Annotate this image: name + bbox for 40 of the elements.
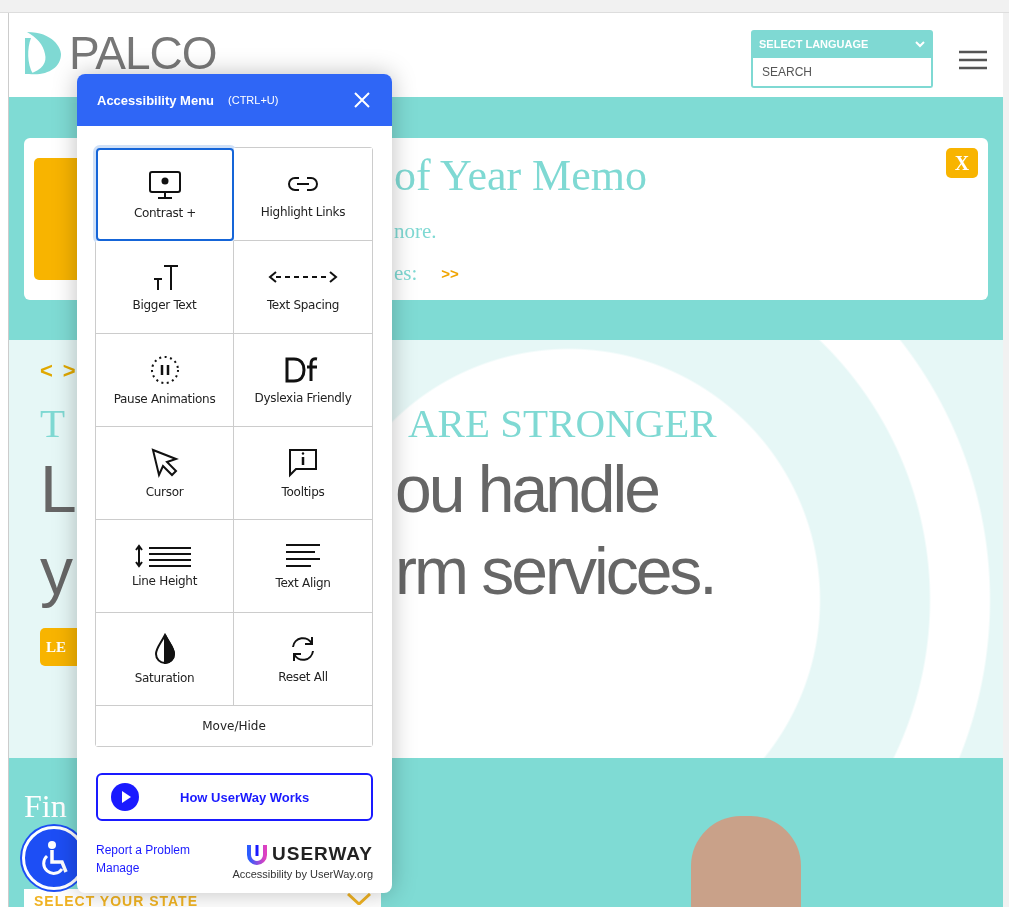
state-select-label: SELECT YOUR STATE bbox=[34, 893, 198, 907]
logo-mark-icon bbox=[23, 30, 63, 76]
tool-button[interactable]: Saturation bbox=[96, 613, 234, 706]
align-lines-icon bbox=[283, 542, 323, 570]
tool-button[interactable]: Contrast + bbox=[96, 148, 234, 241]
memo-title: of Year Memo bbox=[394, 152, 647, 200]
hero-heading: T bbox=[40, 399, 67, 448]
close-button[interactable] bbox=[352, 90, 372, 110]
logo-text: PALCO bbox=[69, 30, 217, 76]
brand-tagline: Accessibility by UserWay.org bbox=[232, 868, 373, 880]
hero-lead: y bbox=[40, 533, 72, 610]
hero-lead: ou handle bbox=[395, 451, 658, 528]
play-icon bbox=[110, 782, 140, 812]
tool-button[interactable]: Cursor bbox=[96, 427, 234, 520]
hero-heading: ARE STRONGER bbox=[408, 399, 717, 448]
chevron-down-icon bbox=[347, 893, 371, 905]
scrollbar[interactable] bbox=[1003, 13, 1009, 907]
hero-lead: rm services. bbox=[395, 533, 715, 610]
monitor-icon bbox=[147, 169, 183, 200]
manage-link[interactable]: Manage bbox=[96, 861, 191, 875]
shortcut-text: (CTRL+U) bbox=[228, 94, 279, 106]
menu-icon bbox=[959, 50, 987, 70]
tool-button[interactable]: Line Height bbox=[96, 520, 234, 613]
tool-button[interactable]: Text Spacing bbox=[234, 241, 372, 334]
userway-logo-icon bbox=[246, 843, 268, 865]
chevron-down-icon bbox=[915, 40, 925, 48]
memo-text: nore. bbox=[394, 218, 438, 245]
close-icon bbox=[354, 92, 370, 108]
tool-button[interactable]: Bigger Text bbox=[96, 241, 234, 334]
memo-text: es: bbox=[394, 260, 418, 287]
how-it-works-button[interactable]: How UserWay Works bbox=[96, 773, 373, 821]
tool-button[interactable]: Highlight Links bbox=[234, 148, 372, 241]
brand-name: USERWAY bbox=[272, 843, 373, 865]
menu-title: Accessibility Menu bbox=[97, 92, 215, 108]
report-problem-link[interactable]: Report a Problem bbox=[96, 843, 191, 857]
find-heading: Fin bbox=[24, 788, 67, 825]
language-select-label: SELECT LANGUAGE bbox=[759, 38, 869, 50]
tool-button[interactable]: Pause Animations bbox=[96, 334, 234, 427]
hero-lead: L bbox=[40, 451, 76, 528]
search-field[interactable]: SEARCH bbox=[751, 58, 933, 88]
